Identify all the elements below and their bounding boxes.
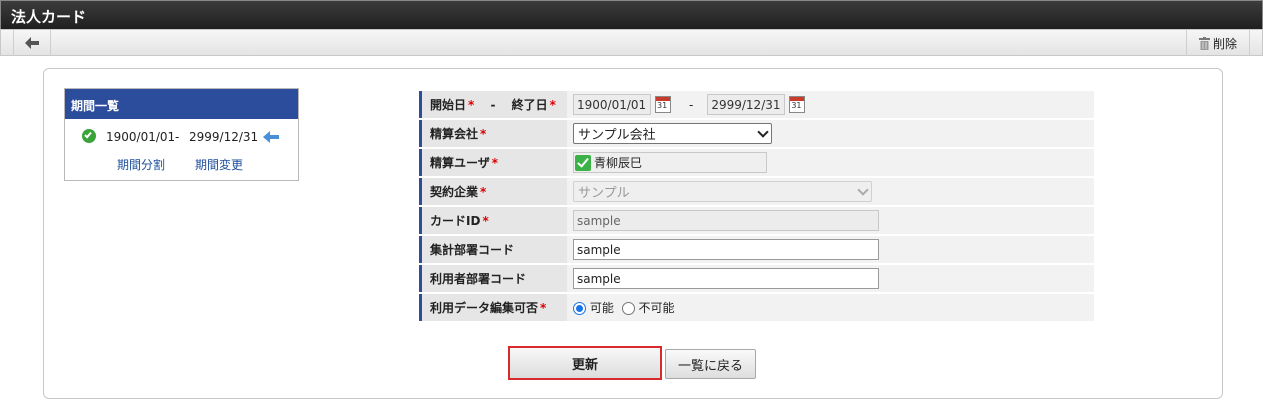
card-form: 開始日 * - 終了日 * 1900/01/01 31 - 2999/12/31 3… <box>419 89 1094 323</box>
user-value: 青柳辰巳 <box>594 156 643 170</box>
period-start: 1900/01/01 <box>106 130 176 144</box>
period-end: 2999/12/31 <box>189 130 259 144</box>
label-separator: - <box>490 98 496 112</box>
period-list: 期間一覧 1900/01/01 - 2999/12/31 期間分割 期間変更 <box>64 88 299 181</box>
form-row-user-dept: 利用者部署コード sample <box>419 265 1094 292</box>
checkbox-icon <box>575 154 591 171</box>
radio-editable-no[interactable] <box>621 302 635 315</box>
end-date-label: 終了日 <box>511 98 548 112</box>
check-circle-icon <box>82 129 96 143</box>
aggregate-dept-input[interactable]: sample <box>573 239 879 260</box>
aggregate-dept-label: 集計部署コード <box>419 236 567 263</box>
delete-button[interactable]: 削除 <box>1186 30 1250 56</box>
radio-editable-yes[interactable] <box>573 302 586 315</box>
form-row-card-id: カードID * sample <box>419 207 1094 234</box>
arrow-left-icon <box>25 37 39 49</box>
contractor-value: サンプル <box>578 186 630 201</box>
arrow-left-icon <box>263 131 279 143</box>
user-field[interactable]: 青柳辰巳 <box>573 152 767 173</box>
contractor-select[interactable]: サンプル <box>573 181 872 202</box>
form-row-company: 精算会社 * サンプル会社 <box>419 120 1094 147</box>
period-links: 期間分割 期間変更 <box>117 156 243 173</box>
user-label: 精算ユーザ * <box>419 149 567 176</box>
company-value: サンプル会社 <box>578 128 656 143</box>
date-range-separator: - <box>689 97 694 112</box>
delete-label: 削除 <box>1212 36 1237 51</box>
user-dept-input[interactable]: sample <box>573 268 879 289</box>
required-mark: * <box>468 98 475 112</box>
back-button[interactable] <box>13 30 51 56</box>
form-row-user: 精算ユーザ * 青柳辰巳 <box>419 149 1094 176</box>
card-id-label: カードID * <box>419 207 567 234</box>
period-item[interactable]: 1900/01/01 - 2999/12/31 <box>65 127 298 147</box>
trash-icon <box>1198 36 1210 50</box>
required-mark: * <box>549 98 556 112</box>
period-change-link[interactable]: 期間変更 <box>195 156 243 173</box>
calendar-icon[interactable]: 31 <box>655 96 671 113</box>
option-no-label: 不可能 <box>638 301 675 315</box>
period-list-title: 期間一覧 <box>65 89 298 119</box>
form-row-aggregate-dept: 集計部署コード sample <box>419 236 1094 263</box>
period-split-link[interactable]: 期間分割 <box>117 156 165 173</box>
company-label: 精算会社 * <box>419 120 567 147</box>
option-yes-label: 可能 <box>589 301 614 315</box>
contractor-label: 契約企業 * <box>419 178 567 205</box>
toolbar: 削除 <box>0 29 1263 56</box>
start-date-label: 開始日 <box>430 98 467 112</box>
editable-label: 利用データ編集可否 * <box>419 294 567 321</box>
window-title: 法人カード <box>0 0 1263 29</box>
calendar-icon[interactable]: 31 <box>789 96 806 113</box>
start-date-input[interactable]: 1900/01/01 <box>573 94 651 115</box>
form-row-dates: 開始日 * - 終了日 * 1900/01/01 31 - 2999/12/31 3… <box>419 91 1094 118</box>
chevron-down-icon <box>857 183 869 196</box>
form-row-contractor: 契約企業 * サンプル <box>419 178 1094 205</box>
dates-label: 開始日 * - 終了日 * <box>419 91 567 118</box>
user-dept-label: 利用者部署コード <box>419 265 567 292</box>
period-separator: - <box>175 130 180 144</box>
chevron-down-icon <box>757 125 769 138</box>
end-date-input[interactable]: 2999/12/31 <box>707 94 786 115</box>
form-row-editable: 利用データ編集可否 * 可能 不可能 <box>419 294 1094 321</box>
company-select[interactable]: サンプル会社 <box>573 123 772 144</box>
update-button[interactable]: 更新 <box>508 346 662 380</box>
back-to-list-button[interactable]: 一覧に戻る <box>665 349 756 379</box>
card-id-input[interactable]: sample <box>573 210 879 231</box>
